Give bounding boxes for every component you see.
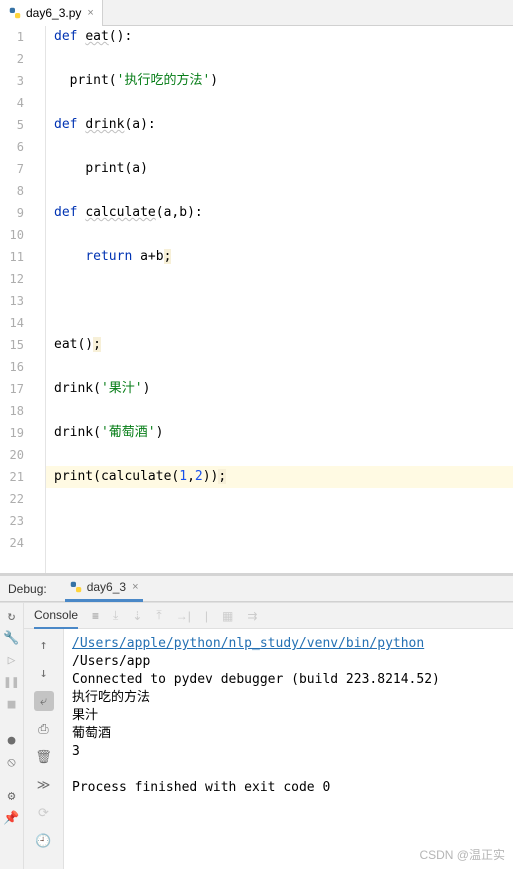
code-area[interactable]: def eat(): print('执行吃的方法') def drink(a):… [46,26,513,573]
mute-breakpoints-icon[interactable]: ⦸ [3,753,21,771]
console-output[interactable]: /Users/apple/python/nlp_study/venv/bin/p… [64,629,513,869]
run-to-cursor-icon[interactable]: →| [176,609,191,623]
file-tab[interactable]: day6_3.py × [0,0,103,26]
debug-toolwindow-header: Debug: day6_3 × [0,576,513,602]
clear-icon[interactable]: 🗑 [34,747,54,767]
debug-label: Debug: [8,582,47,596]
rerun-icon[interactable]: ↻ [3,607,21,625]
step-into-my-icon[interactable]: ⇣ [132,609,142,623]
console-tab-bar: Console ≡ ⤓ ⇣ ⤒ →| | ▦ ⇉ [24,603,513,629]
stop-icon[interactable]: ■ [3,695,21,713]
pin-icon[interactable]: 📌 [3,809,21,827]
python-file-icon [8,6,22,20]
debug-left-toolbar: ↻ 🔧 ▷ ❚❚ ■ ● ⦸ ⚙ 📌 [0,603,24,869]
down-arrow-icon[interactable]: ↓ [34,663,54,683]
view-breakpoints-icon[interactable]: ● [3,731,21,749]
close-tab-icon[interactable]: × [87,7,93,19]
console-left-toolbar: ↑ ↓ ⤶ ⎙ 🗑 ≫ ⟳ 🕘 [24,629,64,869]
close-debug-tab-icon[interactable]: × [132,581,138,593]
resume-icon[interactable]: ▷ [3,651,21,669]
line-number-gutter: 123456789101112131415161718192021222324 [0,26,30,573]
soft-wrap-icon[interactable]: ⤶ [34,691,54,711]
filters-icon[interactable]: ≫ [34,775,54,795]
new-console-icon[interactable]: ⟳ [34,803,54,823]
step-out-icon[interactable]: ⤒ [156,608,161,623]
code-editor[interactable]: 123456789101112131415161718192021222324 … [0,26,513,573]
python-icon [69,580,83,594]
file-tab-label: day6_3.py [26,6,81,20]
evaluate-icon[interactable]: ▦ [222,609,233,623]
fold-gutter [30,26,46,573]
scroll-end-icon[interactable]: ⎙ [34,719,54,739]
step-over-icon[interactable]: ≡ [92,609,99,623]
trace-icon[interactable]: ⇉ [247,609,257,623]
modify-run-config-icon[interactable]: 🔧 [3,629,21,647]
console-tab[interactable]: Console [34,603,78,629]
editor-tab-bar: day6_3.py × [0,0,513,26]
debug-config-name: day6_3 [87,580,126,594]
up-arrow-icon[interactable]: ↑ [34,635,54,655]
history-icon[interactable]: 🕘 [34,831,54,851]
debug-panel: ↻ 🔧 ▷ ❚❚ ■ ● ⦸ ⚙ 📌 Console ≡ ⤓ ⇣ ⤒ →| | … [0,602,513,869]
step-into-icon[interactable]: ⤓ [113,608,118,623]
pause-icon[interactable]: ❚❚ [3,673,21,691]
settings-icon[interactable]: ⚙ [3,787,21,805]
console-area: Console ≡ ⤓ ⇣ ⤒ →| | ▦ ⇉ ↑ ↓ ⤶ ⎙ 🗑 ≫ ⟳ 🕘… [24,603,513,869]
debug-config-tab[interactable]: day6_3 × [65,576,143,602]
